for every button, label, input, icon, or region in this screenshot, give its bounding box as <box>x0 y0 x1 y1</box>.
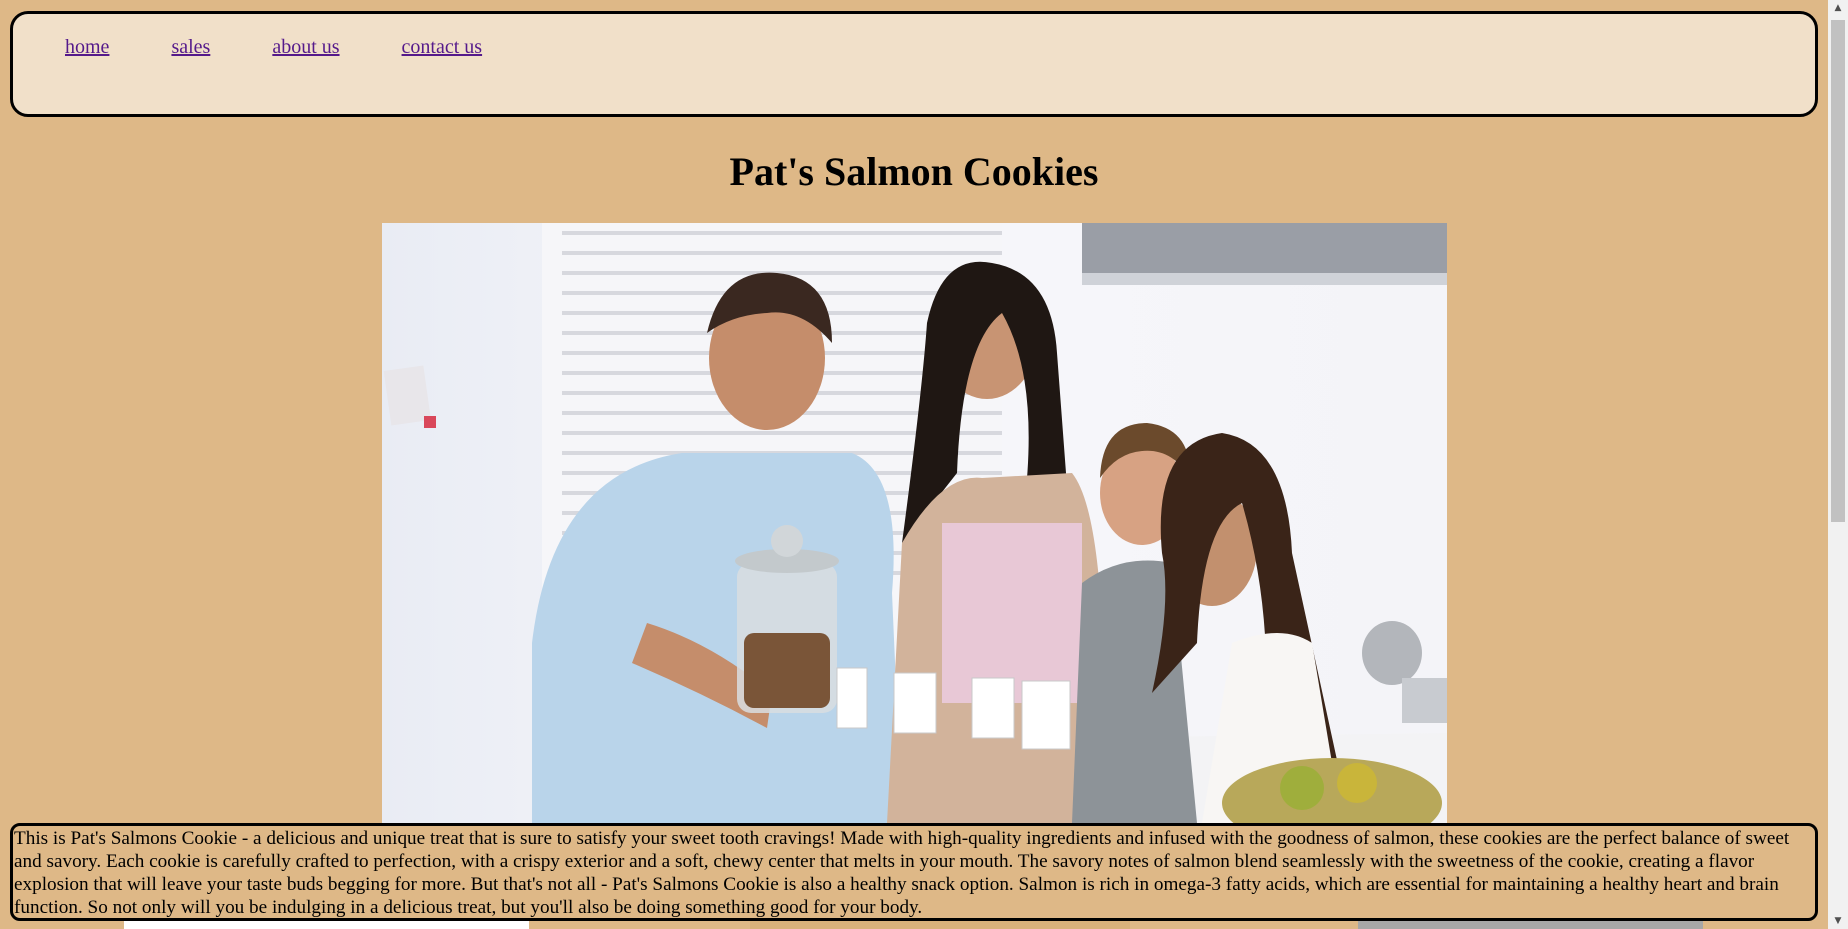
nav-item-about-us: about us <box>272 36 339 59</box>
family-hero-image <box>382 223 1447 823</box>
nav-list: home sales about us contact us <box>65 36 544 59</box>
product-description: This is Pat's Salmons Cookie - a delicio… <box>10 823 1818 921</box>
nav-item-contact-us: contact us <box>402 36 483 59</box>
nav-item-home: home <box>65 36 109 59</box>
family-photo-illustration <box>383 223 1447 823</box>
nav-link-sales[interactable]: sales <box>171 36 210 58</box>
nav-link-contact-us[interactable]: contact us <box>402 36 483 58</box>
scrollbar-thumb[interactable] <box>1831 20 1845 522</box>
nav-item-sales: sales <box>171 36 210 59</box>
nav-link-about-us[interactable]: about us <box>272 36 339 58</box>
top-navigation: home sales about us contact us <box>10 11 1818 117</box>
page-title: Pat's Salmon Cookies <box>729 149 1099 194</box>
page-scrollbar[interactable]: ▲ ▼ <box>1828 0 1848 929</box>
nav-link-home[interactable]: home <box>65 36 109 58</box>
chevron-up-icon[interactable]: ▲ <box>1828 0 1848 16</box>
page: home sales about us contact us Pat's Sal… <box>0 0 1848 929</box>
chevron-down-icon[interactable]: ▼ <box>1828 913 1848 929</box>
